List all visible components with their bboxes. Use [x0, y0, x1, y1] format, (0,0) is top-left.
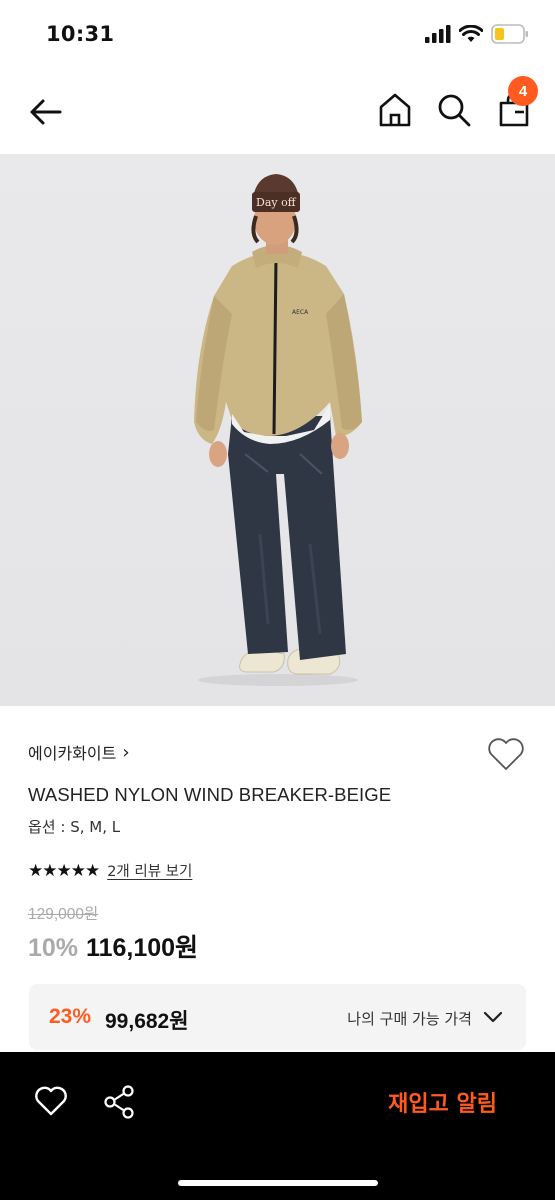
- wifi-icon: [459, 25, 483, 42]
- review-link[interactable]: 2개 리뷰 보기: [107, 860, 192, 881]
- beanie-text: Day off: [256, 196, 297, 209]
- original-price: 129,000원: [28, 906, 99, 923]
- home-indicator: [178, 1180, 378, 1186]
- restock-alert-button[interactable]: 재입고 알림: [388, 1086, 497, 1118]
- jacket-logo-text: AECA: [292, 309, 309, 316]
- product-image[interactable]: AECA Day off: [0, 154, 555, 706]
- my-price-label: 나의 구매 가능 가격: [347, 1010, 472, 1028]
- sale-price: 116,100원: [86, 934, 199, 962]
- rating-row: ★★★★★ 2개 리뷰 보기: [28, 860, 192, 881]
- chevron-down-icon: [483, 1011, 503, 1023]
- star-rating: ★★★★★: [28, 860, 100, 881]
- chevron-right-icon: ›: [122, 741, 130, 763]
- my-price: 99,682원: [105, 1010, 189, 1033]
- cart-count-badge: 4: [508, 76, 538, 106]
- price-row: 10% 116,100원: [28, 928, 198, 964]
- wishlist-heart-icon[interactable]: [486, 735, 526, 773]
- brand-name: 에이카화이트: [28, 744, 117, 763]
- model-illustration: AECA Day off: [194, 174, 362, 686]
- top-nav: [0, 70, 555, 154]
- back-arrow-icon[interactable]: [26, 92, 66, 132]
- home-icon[interactable]: [378, 92, 412, 128]
- bottom-action-bar: 재입고 알림: [0, 1052, 555, 1200]
- search-icon[interactable]: [436, 92, 472, 128]
- my-price-box[interactable]: 23% 99,682원 나의 구매 가능 가격: [29, 984, 526, 1050]
- status-icons: [425, 24, 529, 44]
- product-options: 옵션 : S, M, L: [28, 818, 121, 836]
- status-time: 10:31: [46, 22, 115, 46]
- status-bar: 10:31: [0, 0, 555, 70]
- my-discount-rate: 23%: [49, 1005, 92, 1028]
- product-title: WASHED NYLON WIND BREAKER-BEIGE: [28, 784, 392, 805]
- battery-icon: [491, 24, 528, 44]
- heart-icon[interactable]: [34, 1084, 68, 1118]
- signal-icon: [425, 25, 451, 43]
- brand-link[interactable]: 에이카화이트 ›: [28, 740, 130, 764]
- share-icon[interactable]: [102, 1084, 138, 1120]
- discount-rate: 10%: [28, 934, 79, 962]
